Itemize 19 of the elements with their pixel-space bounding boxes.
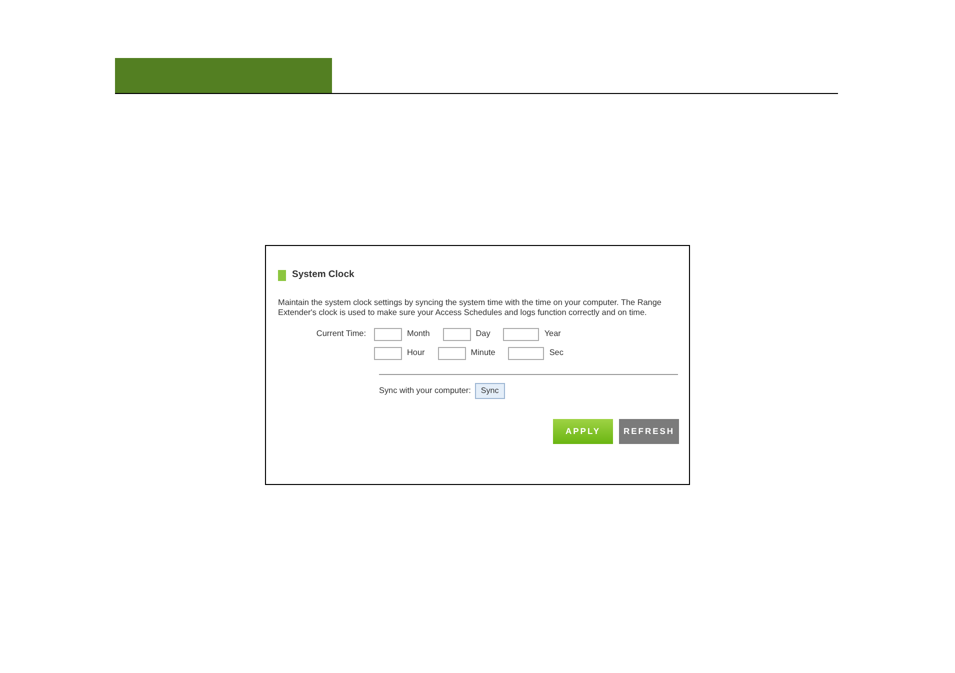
sync-button[interactable]: Sync xyxy=(474,382,505,399)
description-text: Maintain the system clock settings by syncing the system time with the time on your computer. The Range Extender's clock is used to make sure your Access Schedules and logs function correctly and on time. xyxy=(278,298,662,318)
time-input-field[interactable] xyxy=(374,346,402,360)
time-input-field[interactable] xyxy=(438,346,466,360)
sync-label: Sync with your computer: xyxy=(379,384,471,397)
current-time-label: Current Time: xyxy=(316,328,366,338)
time-input-field[interactable] xyxy=(374,328,402,341)
field-label: Month xyxy=(407,328,430,340)
field-label: Year xyxy=(544,328,561,340)
time-input-field[interactable] xyxy=(442,328,471,341)
refresh-button[interactable]: REFRESH xyxy=(619,418,679,444)
title-marker-icon xyxy=(278,270,286,281)
time-input-field[interactable] xyxy=(503,328,540,341)
panel-title: System Clock xyxy=(292,268,354,282)
field-label: Day xyxy=(476,328,490,340)
time-input-field[interactable] xyxy=(508,346,544,360)
field-label: Hour xyxy=(407,347,425,360)
field-label: Minute xyxy=(470,347,496,360)
field-label: Sec xyxy=(549,347,564,360)
